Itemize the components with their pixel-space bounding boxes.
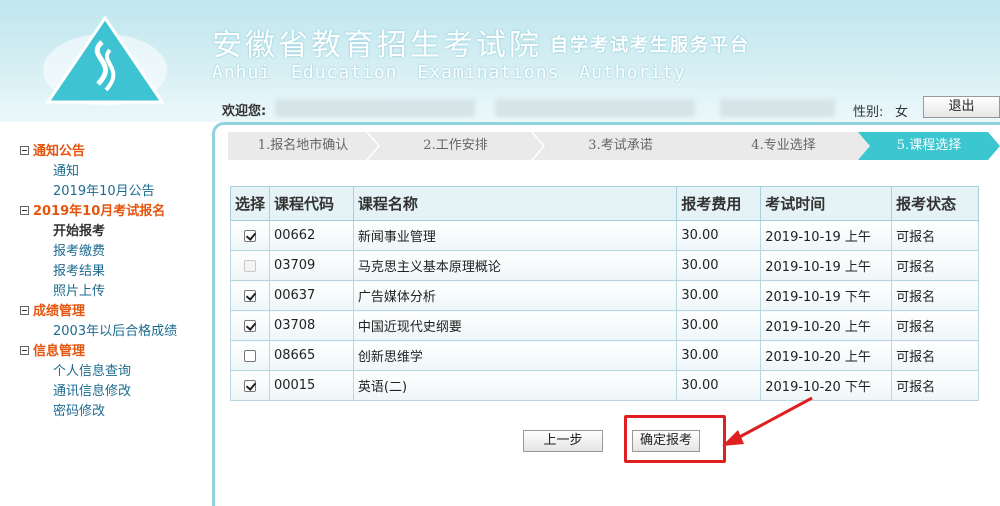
course-checkbox-cell: [230, 310, 270, 341]
redacted-info: [495, 99, 695, 117]
nav-item-result[interactable]: 报考结果: [53, 260, 105, 279]
site-subtitle: 自学考试考生服务平台: [550, 35, 750, 56]
col-header-status: 报考状态: [891, 186, 979, 221]
table-row: 03709 马克思主义基本原理概论 30.00 2019-10-19 上午 可报名: [230, 250, 979, 281]
course-checkbox-cell: [230, 280, 270, 311]
nav-group-scores[interactable]: 成绩管理: [20, 300, 85, 319]
registration-status: 可报名: [891, 220, 979, 251]
registration-status: 可报名: [891, 370, 979, 401]
gender-label: 性别:: [853, 105, 884, 120]
collapse-icon[interactable]: [20, 146, 29, 155]
exam-time: 2019-10-20 上午: [760, 310, 893, 341]
exam-time: 2019-10-19 下午: [760, 280, 893, 311]
registration-status: 可报名: [891, 250, 979, 281]
registration-status: 可报名: [891, 280, 979, 311]
course-checkbox-cell: [230, 220, 270, 251]
course-name: 马克思主义基本原理概论: [352, 250, 678, 281]
col-header-time: 考试时间: [760, 186, 893, 221]
logo-icon: [43, 15, 167, 106]
course-code: 03708: [268, 310, 354, 341]
step-1: 1.报名地市确认: [228, 132, 378, 160]
annotation-highlight-box: [624, 415, 726, 463]
table-row: 00662 新闻事业管理 30.00 2019-10-19 上午 可报名: [230, 220, 979, 251]
welcome-label: 欢迎您:: [222, 104, 267, 119]
course-checkbox[interactable]: [243, 349, 256, 362]
course-checkbox[interactable]: [243, 289, 256, 302]
course-checkbox: [243, 259, 256, 272]
nav-group-notices[interactable]: 通知公告: [20, 140, 85, 159]
course-checkbox[interactable]: [243, 379, 256, 392]
nav-item-notice[interactable]: 通知: [53, 160, 79, 179]
registration-status: 可报名: [891, 340, 979, 371]
step-2: 2.工作安排: [368, 132, 543, 160]
nav-item-photo-upload[interactable]: 照片上传: [53, 280, 105, 299]
table-header-row: 选择 课程代码 课程名称 报考费用 考试时间 报考状态: [230, 186, 979, 221]
course-name: 中国近现代史纲要: [352, 310, 678, 341]
course-code: 00015: [268, 370, 354, 401]
nav-item-passed-scores[interactable]: 2003年以后合格成绩: [53, 320, 177, 339]
course-fee: 30.00: [676, 220, 762, 251]
table-row: 00015 英语(二) 30.00 2019-10-20 下午 可报名: [230, 370, 979, 401]
table-row: 08665 创新思维学 30.00 2019-10-20 上午 可报名: [230, 340, 979, 371]
course-code: 03709: [268, 250, 354, 281]
registration-status: 可报名: [891, 310, 979, 341]
course-name: 创新思维学: [352, 340, 678, 371]
collapse-icon[interactable]: [20, 306, 29, 315]
course-table: 选择 课程代码 课程名称 报考费用 考试时间 报考状态 00662 新闻事业管理 3…: [230, 186, 979, 401]
exam-time: 2019-10-19 上午: [760, 220, 893, 251]
col-header-fee: 报考费用: [676, 186, 762, 221]
exam-time: 2019-10-20 上午: [760, 340, 893, 371]
course-fee: 30.00: [676, 310, 762, 341]
nav-group-info[interactable]: 信息管理: [20, 340, 85, 359]
nav-item-start-registration[interactable]: 开始报考: [53, 220, 105, 239]
course-checkbox[interactable]: [243, 319, 256, 332]
nav-group-registration[interactable]: 2019年10月考试报名: [20, 200, 165, 219]
redacted-info: [275, 99, 475, 117]
table-row: 00637 广告媒体分析 30.00 2019-10-19 下午 可报名: [230, 280, 979, 311]
nav-item-payment[interactable]: 报考缴费: [53, 240, 105, 259]
course-checkbox-cell: [230, 340, 270, 371]
step-3: 3.考试承诺: [533, 132, 708, 160]
course-code: 08665: [268, 340, 354, 371]
course-fee: 30.00: [676, 280, 762, 311]
logout-button[interactable]: 退出: [923, 96, 1000, 118]
course-name: 英语(二): [352, 370, 678, 401]
course-fee: 30.00: [676, 340, 762, 371]
collapse-icon[interactable]: [20, 206, 29, 215]
redacted-info: [720, 99, 835, 117]
course-code: 00637: [268, 280, 354, 311]
gender-value: 女: [895, 105, 909, 120]
col-header-select: 选择: [230, 186, 270, 221]
col-header-name: 课程名称: [352, 186, 678, 221]
step-5: 5.课程选择: [858, 132, 1000, 160]
course-checkbox[interactable]: [243, 229, 256, 242]
collapse-icon[interactable]: [20, 346, 29, 355]
site-title-en: Anhui Education Examinations Authority: [212, 62, 686, 83]
table-row: 03708 中国近现代史纲要 30.00 2019-10-20 上午 可报名: [230, 310, 979, 341]
course-checkbox-cell: [230, 370, 270, 401]
exam-time: 2019-10-19 上午: [760, 250, 893, 281]
course-checkbox-cell: [230, 250, 270, 281]
step-progress: 1.报名地市确认 2.工作安排 3.考试承诺 4.专业选择 5.课程选择: [228, 132, 1000, 160]
annotation-arrow-icon: [722, 396, 813, 446]
course-name: 新闻事业管理: [352, 220, 678, 251]
nav-item-personal-info[interactable]: 个人信息查询: [53, 360, 131, 379]
site-title: 安徽省教育招生考试院: [212, 28, 542, 63]
course-name: 广告媒体分析: [352, 280, 678, 311]
nav-item-contact-edit[interactable]: 通讯信息修改: [53, 380, 131, 399]
course-fee: 30.00: [676, 250, 762, 281]
step-4: 4.专业选择: [696, 132, 871, 160]
nav-item-password[interactable]: 密码修改: [53, 400, 105, 419]
nav-item-announcement[interactable]: 2019年10月公告: [53, 180, 155, 199]
course-code: 00662: [268, 220, 354, 251]
prev-step-button[interactable]: 上一步: [523, 430, 603, 452]
col-header-code: 课程代码: [268, 186, 354, 221]
